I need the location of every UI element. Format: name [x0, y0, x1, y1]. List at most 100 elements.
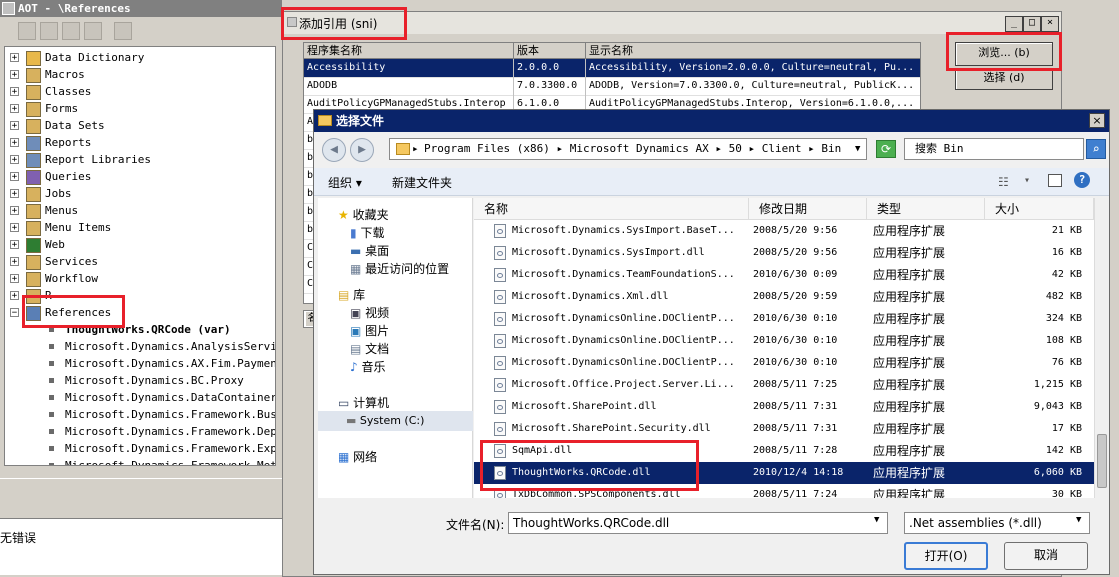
- tree-node[interactable]: − References: [5, 304, 275, 321]
- nav-favorites[interactable]: ★ 收藏夹: [338, 206, 389, 224]
- column-display-name[interactable]: 显示名称: [586, 43, 920, 59]
- breadcrumb-client[interactable]: Client: [762, 142, 802, 155]
- tree-node[interactable]: + Web: [5, 236, 275, 253]
- file-row[interactable]: TxDbCommon.SPSComponents.dll 2008/5/11 7:…: [474, 484, 1094, 498]
- file-list[interactable]: 名称 修改日期 类型 大小 Microsoft.Dynamics.SysImpo…: [474, 198, 1094, 498]
- tree-node[interactable]: + Data Dictionary: [5, 49, 275, 66]
- nav-videos[interactable]: ▣ 视频: [350, 304, 389, 322]
- properties-icon[interactable]: [40, 22, 58, 40]
- chevron-down-icon[interactable]: ▼: [874, 515, 879, 525]
- nav-system-drive[interactable]: ▬ System (C:): [318, 411, 473, 431]
- expand-icon[interactable]: +: [10, 104, 19, 114]
- file-row[interactable]: ThoughtWorks.QRCode.dll 2010/12/4 14:18 应用…: [474, 462, 1094, 484]
- tree-node[interactable]: + Macros: [5, 66, 275, 83]
- minimize-button[interactable]: _: [1005, 16, 1023, 32]
- preview-pane-icon[interactable]: [1048, 174, 1062, 187]
- tree-node[interactable]: + Classes: [5, 83, 275, 100]
- nav-computer[interactable]: ▭ 计算机: [338, 394, 389, 412]
- expand-icon[interactable]: +: [10, 240, 19, 250]
- file-row[interactable]: SqmApi.dll 2008/5/11 7:28 应用程序扩展 142 KB: [474, 440, 1094, 462]
- breadcrumb-dynamics-ax[interactable]: Microsoft Dynamics AX: [570, 142, 709, 155]
- collapse-icon[interactable]: −: [10, 308, 19, 318]
- vertical-scrollbar[interactable]: [1094, 198, 1109, 498]
- new-folder-button[interactable]: 新建文件夹: [392, 174, 452, 191]
- chevron-down-icon[interactable]: ▼: [1076, 515, 1081, 525]
- breadcrumb-bin[interactable]: Bin: [821, 142, 841, 155]
- file-row[interactable]: Microsoft.SharePoint.Security.dll 2008/5/…: [474, 418, 1094, 440]
- file-row[interactable]: Microsoft.Dynamics.SysImport.dll 2008/5/2…: [474, 242, 1094, 264]
- tree-node[interactable]: + Data Sets: [5, 117, 275, 134]
- file-row[interactable]: Microsoft.DynamicsOnline.DOClientP... 201…: [474, 308, 1094, 330]
- close-button[interactable]: ×: [1041, 16, 1059, 32]
- expand-icon[interactable]: +: [10, 87, 19, 97]
- help-icon[interactable]: ?: [1074, 172, 1090, 188]
- expand-icon[interactable]: +: [10, 257, 19, 267]
- file-row[interactable]: Microsoft.DynamicsOnline.DOClientP... 201…: [474, 352, 1094, 374]
- column-assembly-name[interactable]: 程序集名称: [304, 43, 514, 59]
- cancel-button[interactable]: 取消: [1004, 542, 1088, 570]
- nav-documents[interactable]: ▤ 文档: [350, 340, 389, 358]
- nav-downloads[interactable]: ▮ 下载: [350, 224, 384, 242]
- tree-node[interactable]: + Services: [5, 253, 275, 270]
- column-size[interactable]: 大小: [985, 198, 1094, 220]
- scrollbar-thumb[interactable]: [1097, 434, 1107, 488]
- expand-icon[interactable]: +: [10, 189, 19, 199]
- nav-desktop[interactable]: ▬ 桌面: [350, 242, 389, 260]
- expand-icon[interactable]: +: [10, 172, 19, 182]
- tree-node[interactable]: + Workflow: [5, 270, 275, 287]
- chevron-down-icon[interactable]: ▼: [855, 139, 860, 159]
- maximize-button[interactable]: □: [1023, 16, 1041, 32]
- expand-icon[interactable]: +: [10, 70, 19, 80]
- expand-icon[interactable]: +: [10, 53, 19, 63]
- expand-icon[interactable]: +: [10, 206, 19, 216]
- expand-icon[interactable]: +: [10, 121, 19, 131]
- column-date[interactable]: 修改日期: [749, 198, 867, 220]
- import-icon[interactable]: [114, 22, 132, 40]
- aot-tree[interactable]: + Data Dictionary + Macros + Classes + Forms + Da…: [4, 46, 276, 466]
- forward-icon[interactable]: ▶: [350, 138, 374, 162]
- view-icon[interactable]: ☷: [998, 175, 1009, 189]
- tree-node[interactable]: + R: [5, 287, 275, 304]
- refresh-icon[interactable]: ⟳: [876, 140, 896, 158]
- file-row[interactable]: Microsoft.SharePoint.dll 2008/5/11 7:31 应用…: [474, 396, 1094, 418]
- address-bar[interactable]: ▸ Program Files (x86) ▸ Microsoft Dynami…: [389, 138, 867, 160]
- expand-icon[interactable]: +: [10, 138, 19, 148]
- search-icon[interactable]: ⌕: [1086, 139, 1106, 159]
- back-icon[interactable]: ◀: [322, 138, 346, 162]
- open-button[interactable]: 打开(O): [904, 542, 988, 570]
- expand-icon[interactable]: +: [10, 291, 19, 301]
- tree-node[interactable]: + Queries: [5, 168, 275, 185]
- file-row[interactable]: Microsoft.Dynamics.Xml.dll 2008/5/20 9:59…: [474, 286, 1094, 308]
- organize-button[interactable]: 组织 ▾: [328, 174, 362, 191]
- tree-node[interactable]: + Report Libraries: [5, 151, 275, 168]
- nav-pictures[interactable]: ▣ 图片: [350, 322, 389, 340]
- search-input[interactable]: 搜索 Bin: [904, 138, 1084, 160]
- tree-node[interactable]: + Menus: [5, 202, 275, 219]
- breadcrumb-50[interactable]: 50: [729, 142, 742, 155]
- assembly-row[interactable]: ADODB 7.0.3300.0 ADODB, Version=7.0.3300.0…: [304, 77, 920, 96]
- expand-icon[interactable]: +: [10, 274, 19, 284]
- breadcrumb-program-files[interactable]: Program Files (x86): [424, 142, 550, 155]
- column-name[interactable]: 名称: [474, 198, 749, 220]
- nav-network[interactable]: ▦ 网络: [338, 448, 377, 466]
- nav-libraries[interactable]: ▤ 库: [338, 286, 365, 304]
- open-icon[interactable]: [18, 22, 36, 40]
- compile-icon[interactable]: [84, 22, 102, 40]
- filename-input[interactable]: ThoughtWorks.QRCode.dll: [508, 512, 888, 534]
- file-row[interactable]: Microsoft.Dynamics.TeamFoundationS... 201…: [474, 264, 1094, 286]
- save-icon[interactable]: [62, 22, 80, 40]
- file-row[interactable]: Microsoft.Dynamics.SysImport.BaseT... 200…: [474, 220, 1094, 242]
- assembly-row[interactable]: Accessibility 2.0.0.0 Accessibility, Versi…: [304, 59, 920, 78]
- tree-node[interactable]: + Menu Items: [5, 219, 275, 236]
- select-button[interactable]: 选择 (d): [955, 68, 1053, 90]
- nav-recent[interactable]: ▦ 最近访问的位置: [350, 260, 449, 278]
- nav-music[interactable]: ♪ 音乐: [350, 358, 386, 376]
- tree-node[interactable]: + Reports: [5, 134, 275, 151]
- close-icon[interactable]: ×: [1089, 113, 1105, 128]
- column-version[interactable]: 版本: [514, 43, 586, 59]
- browse-button[interactable]: 浏览... (b): [955, 42, 1053, 66]
- file-row[interactable]: Microsoft.Office.Project.Server.Li... 200…: [474, 374, 1094, 396]
- file-row[interactable]: Microsoft.DynamicsOnline.DOClientP... 201…: [474, 330, 1094, 352]
- expand-icon[interactable]: +: [10, 155, 19, 165]
- tree-node[interactable]: + Jobs: [5, 185, 275, 202]
